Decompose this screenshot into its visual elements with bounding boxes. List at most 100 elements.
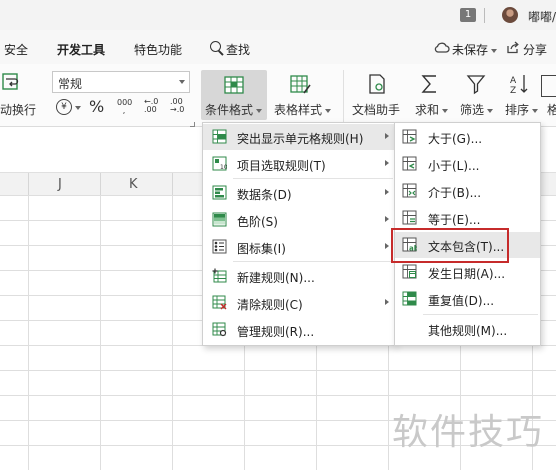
submenu-item-other-rules[interactable]: 其他规则(M)... — [395, 316, 540, 342]
currency-icon: ¥ — [61, 102, 67, 112]
menu-item-label: 图标集(I) — [237, 242, 286, 256]
chevron-down-icon — [442, 108, 449, 113]
highlight-rules-icon — [212, 129, 227, 144]
between-icon — [402, 183, 417, 198]
less-than-icon — [402, 156, 417, 171]
date-occurring-icon — [402, 264, 417, 279]
tab-special-features[interactable]: 特色功能 — [134, 41, 182, 58]
submenu-arrow-icon — [385, 189, 389, 195]
menu-separator — [233, 178, 393, 179]
conditional-format-text: 条件格式 — [205, 103, 254, 117]
thousands-icon: 000 — [117, 98, 133, 107]
column-header-j[interactable]: J — [58, 177, 62, 192]
submenu-item-greater-than[interactable]: 大于(G)... — [395, 124, 540, 150]
conditional-format-icon — [223, 74, 245, 96]
duplicate-values-icon — [402, 291, 417, 306]
number-format-select[interactable]: 常规 — [52, 71, 190, 93]
table-style-label: 表格样式 — [274, 103, 323, 117]
menu-item-new-rule[interactable]: 新建规则(N)... — [203, 263, 395, 289]
tab-developer-tools[interactable]: 开发工具 — [57, 41, 105, 58]
menu-item-label: 其他规则(M)... — [428, 324, 508, 338]
increase-decimal-button[interactable]: ←.0 .00 — [144, 98, 160, 114]
title-separator — [484, 8, 485, 23]
filter-button[interactable]: 筛选 — [460, 101, 494, 118]
submenu-item-between[interactable]: 介于(B)... — [395, 178, 540, 204]
submenu-arrow-icon — [385, 133, 389, 139]
sum-label: 求和 — [415, 103, 440, 117]
user-name[interactable]: 嘟嘟/ — [528, 8, 556, 25]
menu-separator — [233, 261, 393, 262]
manage-rules-icon — [212, 322, 227, 337]
document-assistant-button[interactable]: 文档助手 — [352, 101, 400, 118]
menu-item-manage-rules[interactable]: 管理规则(R)... — [203, 317, 395, 343]
cloud-icon[interactable] — [434, 41, 450, 56]
chevron-down-icon — [256, 108, 263, 113]
page-count-badge[interactable]: 1 — [460, 8, 476, 22]
menu-item-top-bottom-rules[interactable]: 10 项目选取规则(T) — [203, 151, 395, 177]
menu-item-label: 介于(B)... — [428, 186, 482, 200]
share-icon[interactable] — [506, 41, 519, 57]
submenu-arrow-icon — [385, 299, 389, 305]
clear-rules-icon — [212, 295, 227, 310]
format-button[interactable]: 格 — [547, 101, 556, 118]
tab-find[interactable]: 查找 — [226, 41, 250, 58]
menu-item-highlight-cell-rules[interactable]: 突出显示单元格规则(H) — [203, 124, 395, 150]
wrap-text-icon[interactable] — [2, 72, 22, 92]
filter-icon[interactable] — [465, 73, 487, 95]
currency-format-button[interactable]: ¥ — [56, 99, 72, 115]
chevron-down-icon[interactable] — [75, 106, 81, 110]
share-button[interactable]: 分享 — [523, 41, 547, 58]
column-divider — [100, 173, 101, 195]
menu-item-data-bars[interactable]: 数据条(D) — [203, 180, 395, 206]
greater-than-icon — [402, 129, 417, 144]
menu-item-label: 数据条(D) — [237, 188, 292, 202]
table-style-button[interactable]: 表格样式 — [274, 101, 332, 118]
color-scales-icon — [212, 212, 227, 227]
ribbon-tab-bar: 安全 开发工具 特色功能 查找 未保存 分享 — [0, 30, 556, 64]
menu-item-label: 突出显示单元格规则(H) — [237, 132, 364, 146]
conditional-format-button[interactable]: 条件格式 — [201, 70, 267, 120]
wrap-text-button[interactable]: 动换行 — [0, 101, 36, 118]
chevron-down-icon — [491, 48, 498, 53]
tab-security[interactable]: 安全 — [4, 41, 28, 58]
submenu-item-less-than[interactable]: 小于(L)... — [395, 151, 540, 177]
conditional-format-label: 条件格式 — [205, 101, 263, 118]
document-assistant-icon[interactable] — [366, 73, 388, 95]
decrease-decimal-button[interactable]: .00 →.0 — [170, 98, 186, 114]
sum-button[interactable]: 求和 — [415, 101, 449, 118]
menu-item-color-scales[interactable]: 色阶(S) — [203, 207, 395, 233]
menu-item-label: 清除规则(C) — [237, 298, 303, 312]
ribbon-divider — [343, 70, 344, 122]
unsaved-status[interactable]: 未保存 — [452, 41, 498, 58]
sort-icon[interactable]: AZ — [509, 73, 531, 96]
search-icon[interactable] — [210, 41, 221, 52]
menu-item-label: 色阶(S) — [237, 215, 278, 229]
table-style-icon[interactable] — [289, 73, 311, 95]
column-header-k[interactable]: K — [129, 177, 138, 192]
new-rule-icon — [212, 268, 227, 283]
menu-item-label: 新建规则(N)... — [237, 271, 315, 285]
chevron-down-icon — [179, 80, 185, 84]
chevron-down-icon — [487, 108, 494, 113]
submenu-arrow-icon — [385, 160, 389, 166]
menu-item-label: 大于(G)... — [428, 132, 483, 146]
submenu-arrow-icon — [385, 216, 389, 222]
thousands-format-button[interactable]: 000, — [117, 98, 133, 115]
sort-button[interactable]: 排序 — [505, 101, 539, 118]
menu-item-icon-sets[interactable]: 图标集(I) — [203, 234, 395, 260]
format-icon[interactable] — [541, 75, 556, 97]
menu-item-clear-rules[interactable]: 清除规则(C) — [203, 290, 395, 316]
sum-icon[interactable] — [419, 73, 441, 95]
svg-text:10: 10 — [220, 164, 227, 171]
submenu-item-duplicate-values[interactable]: 重复值(D)... — [395, 286, 540, 312]
top-bottom-rules-icon: 10 — [212, 156, 228, 171]
conditional-format-menu: 突出显示单元格规则(H) 10 项目选取规则(T) 数据条(D) 色阶(S) 图… — [202, 122, 396, 346]
percent-format-button[interactable]: % — [89, 97, 104, 116]
menu-item-label: 重复值(D)... — [428, 294, 495, 308]
chevron-down-icon — [325, 108, 332, 113]
menu-item-label: 等于(E)... — [428, 213, 481, 227]
svg-text:Z: Z — [510, 86, 516, 95]
unsaved-label: 未保存 — [452, 43, 489, 57]
column-divider — [28, 173, 29, 195]
user-avatar[interactable] — [502, 7, 518, 23]
